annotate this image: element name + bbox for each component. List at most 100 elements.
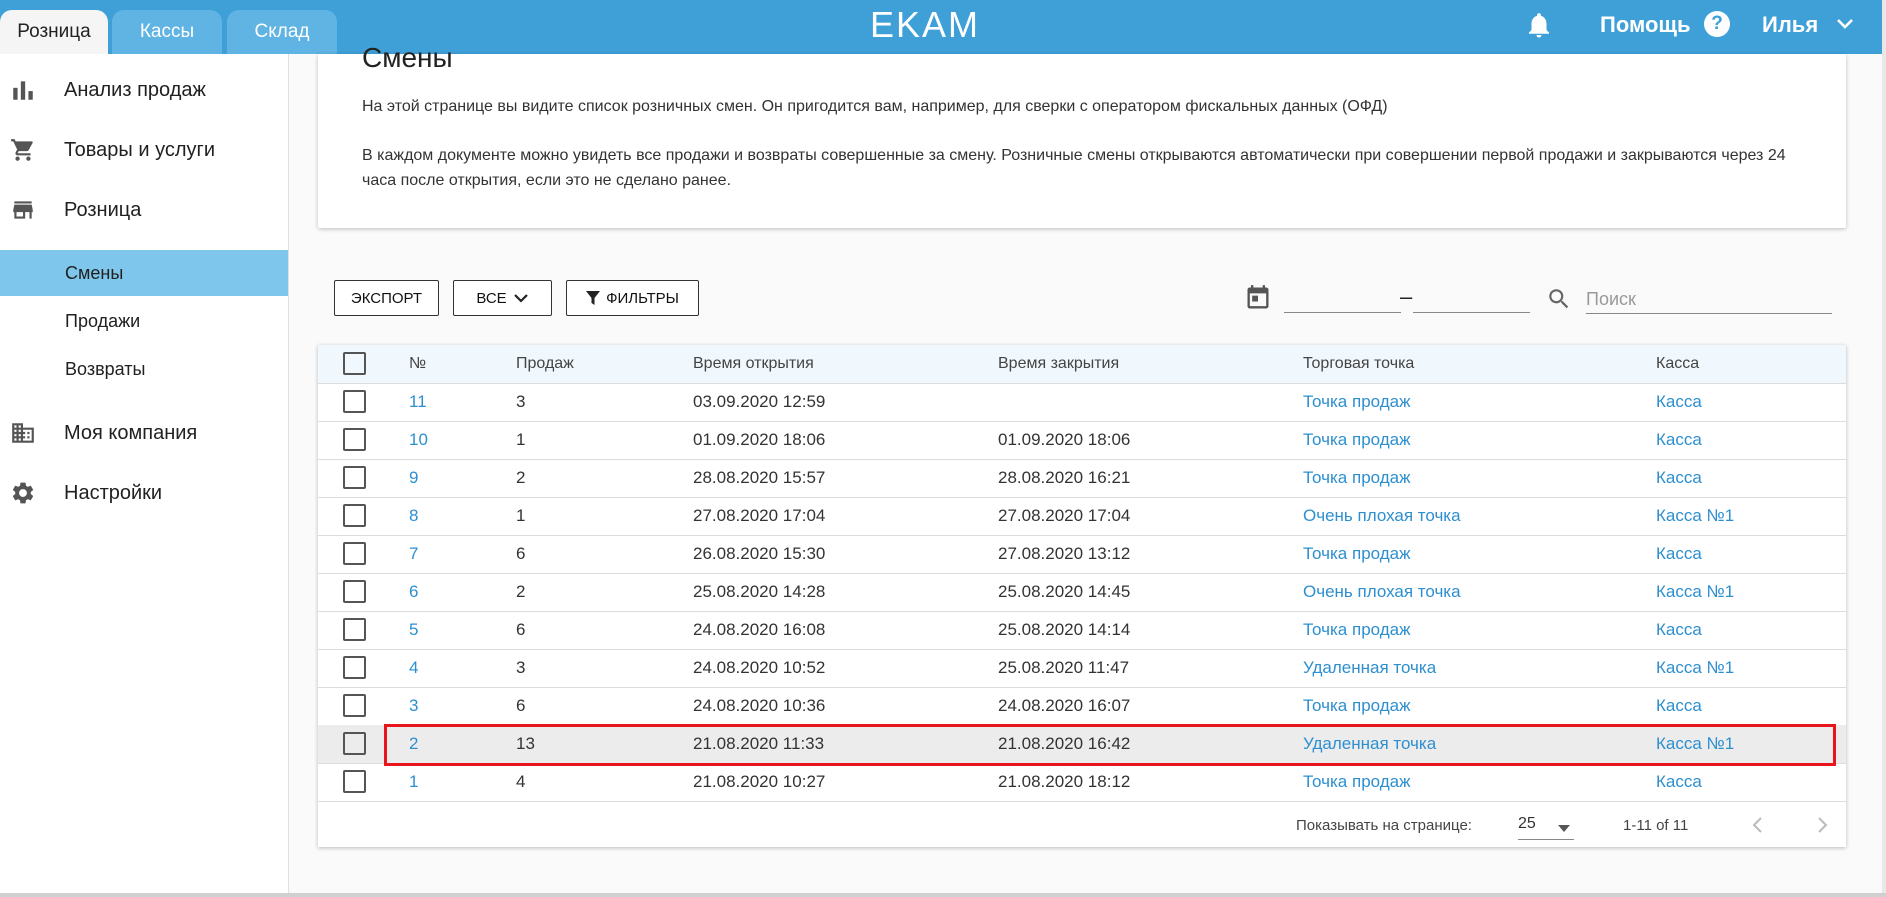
cell-sales: 6: [516, 620, 526, 639]
sidebar-sub-item-shifts[interactable]: Смены: [0, 250, 288, 296]
cell-point[interactable]: Точка продаж: [1303, 772, 1410, 792]
bar-chart-icon: [13, 81, 33, 100]
cell-register[interactable]: Касса №1: [1656, 658, 1734, 678]
bell-icon[interactable]: [1524, 10, 1554, 40]
chevron-down-icon[interactable]: [1836, 18, 1854, 30]
sidebar-sub-item-returns[interactable]: Возвраты: [0, 346, 288, 392]
table-row[interactable]: 4 3 24.08.2020 10:52 25.08.2020 11:47 Удален…: [318, 649, 1846, 688]
cell-number[interactable]: 11: [409, 392, 427, 412]
cell-point[interactable]: Точка продаж: [1303, 430, 1410, 450]
table-row[interactable]: 6 2 25.08.2020 14:28 25.08.2020 14:45 Очень …: [318, 573, 1846, 612]
info-card: Смены На этой странице вы видите список …: [318, 42, 1846, 228]
horizontal-scrollbar[interactable]: [0, 893, 1886, 897]
table-row[interactable]: 3 6 24.08.2020 10:36 24.08.2020 16:07 Точка …: [318, 687, 1846, 726]
cell-number[interactable]: 7: [409, 544, 418, 564]
cell-number[interactable]: 1: [409, 772, 418, 792]
all-dropdown[interactable]: ВСЕ: [453, 280, 552, 316]
sidebar-item-settings[interactable]: Настройки: [0, 473, 288, 513]
cell-number[interactable]: 9: [409, 468, 418, 488]
search-input[interactable]: [1586, 285, 1832, 314]
table-row[interactable]: 1 4 21.08.2020 10:27 21.08.2020 18:12 Точка …: [318, 763, 1846, 802]
cell-point[interactable]: Точка продаж: [1303, 544, 1410, 564]
sidebar-item-sales-analysis[interactable]: Анализ продаж: [0, 70, 288, 110]
cell-register[interactable]: Касса: [1656, 620, 1702, 640]
column-header-register[interactable]: Касса: [1656, 355, 1699, 373]
cell-register[interactable]: Касса: [1656, 544, 1702, 564]
help-icon[interactable]: ?: [1704, 11, 1730, 37]
chevron-right-icon[interactable]: [1812, 813, 1832, 837]
cell-point[interactable]: Очень плохая точка: [1303, 506, 1461, 526]
sidebar-sub-item-sales[interactable]: Продажи: [0, 298, 288, 344]
cell-register[interactable]: Касса №1: [1656, 582, 1734, 602]
sidebar-item-my-company[interactable]: Моя компания: [0, 413, 288, 453]
row-checkbox[interactable]: [343, 580, 366, 603]
table-row[interactable]: 7 6 26.08.2020 15:30 27.08.2020 13:12 Точка …: [318, 535, 1846, 574]
row-checkbox[interactable]: [343, 428, 366, 451]
cell-point[interactable]: Точка продаж: [1303, 468, 1410, 488]
info-paragraph: В каждом документе можно увидеть все про…: [362, 147, 1786, 189]
table-row[interactable]: 5 6 24.08.2020 16:08 25.08.2020 14:14 Точка …: [318, 611, 1846, 650]
cell-register[interactable]: Касса: [1656, 772, 1702, 792]
date-to-field[interactable]: [1413, 312, 1530, 313]
table-row[interactable]: 9 2 28.08.2020 15:57 28.08.2020 16:21 Точка …: [318, 459, 1846, 498]
row-checkbox[interactable]: [343, 694, 366, 717]
cell-point[interactable]: Очень плохая точка: [1303, 582, 1461, 602]
chevron-left-icon[interactable]: [1748, 813, 1768, 837]
cell-sales: 3: [516, 658, 526, 677]
tab-warehouse[interactable]: Склад: [227, 10, 337, 54]
cell-register[interactable]: Касса: [1656, 696, 1702, 716]
cell-open-time: 01.09.2020 18:06: [693, 430, 826, 449]
row-checkbox[interactable]: [343, 466, 366, 489]
row-checkbox[interactable]: [343, 390, 366, 413]
cell-point[interactable]: Точка продаж: [1303, 620, 1410, 640]
user-menu[interactable]: Илья: [1762, 12, 1818, 38]
date-from-field[interactable]: [1284, 312, 1401, 313]
column-header-number[interactable]: №: [409, 355, 426, 373]
export-button[interactable]: ЭКСПОРТ: [334, 280, 439, 316]
cell-sales: 4: [516, 772, 526, 791]
cart-icon: [11, 139, 33, 161]
sidebar-item-products[interactable]: Товары и услуги: [0, 130, 288, 170]
sidebar-item-label: Моя компания: [64, 421, 198, 444]
cell-register[interactable]: Касса: [1656, 468, 1702, 488]
row-checkbox[interactable]: [343, 770, 366, 793]
cell-number[interactable]: 6: [409, 582, 418, 602]
column-header-point[interactable]: Торговая точка: [1303, 355, 1414, 373]
row-checkbox[interactable]: [343, 732, 366, 755]
row-checkbox[interactable]: [343, 504, 366, 527]
date-range-separator: –: [1400, 284, 1413, 309]
column-header-open-time[interactable]: Время открытия: [693, 355, 814, 373]
cell-number[interactable]: 5: [409, 620, 418, 640]
filters-button-label: ФИЛЬТРЫ: [606, 289, 679, 307]
cell-number[interactable]: 3: [409, 696, 418, 716]
table-row[interactable]: 11 3 03.09.2020 12:59 Точка продаж Касса: [318, 383, 1846, 422]
calendar-icon[interactable]: [1244, 284, 1272, 312]
cell-point[interactable]: Точка продаж: [1303, 696, 1410, 716]
ekam-logo[interactable]: EKAM: [870, 4, 980, 46]
vertical-scrollbar[interactable]: [1882, 0, 1886, 897]
cell-register[interactable]: Касса: [1656, 430, 1702, 450]
row-checkbox[interactable]: [343, 618, 366, 641]
sidebar-item-retail[interactable]: Розница: [0, 190, 288, 230]
help-link[interactable]: Помощь: [1600, 12, 1690, 38]
table-row[interactable]: 8 1 27.08.2020 17:04 27.08.2020 17:04 Очень …: [318, 497, 1846, 536]
cell-register[interactable]: Касса №1: [1656, 506, 1734, 526]
tab-retail[interactable]: Розница: [0, 10, 108, 54]
tab-registers[interactable]: Кассы: [112, 10, 222, 54]
cell-register[interactable]: Касса: [1656, 392, 1702, 412]
table-row[interactable]: 10 1 01.09.2020 18:06 01.09.2020 18:06 Точка…: [318, 421, 1846, 460]
column-header-close-time[interactable]: Время закрытия: [998, 355, 1119, 373]
row-checkbox[interactable]: [343, 542, 366, 565]
cell-number[interactable]: 4: [409, 658, 418, 678]
sidebar-item-label: Анализ продаж: [64, 78, 206, 101]
row-checkbox[interactable]: [343, 656, 366, 679]
select-all-checkbox[interactable]: [343, 352, 366, 375]
cell-point[interactable]: Точка продаж: [1303, 392, 1410, 412]
cell-point[interactable]: Удаленная точка: [1303, 658, 1436, 678]
filters-button[interactable]: ФИЛЬТРЫ: [566, 280, 699, 316]
rows-per-page-select[interactable]: 25: [1518, 815, 1574, 840]
cell-number[interactable]: 10: [409, 430, 428, 450]
cell-close-time: 27.08.2020 17:04: [998, 506, 1131, 525]
column-header-sales[interactable]: Продаж: [516, 355, 574, 373]
cell-number[interactable]: 8: [409, 506, 418, 526]
